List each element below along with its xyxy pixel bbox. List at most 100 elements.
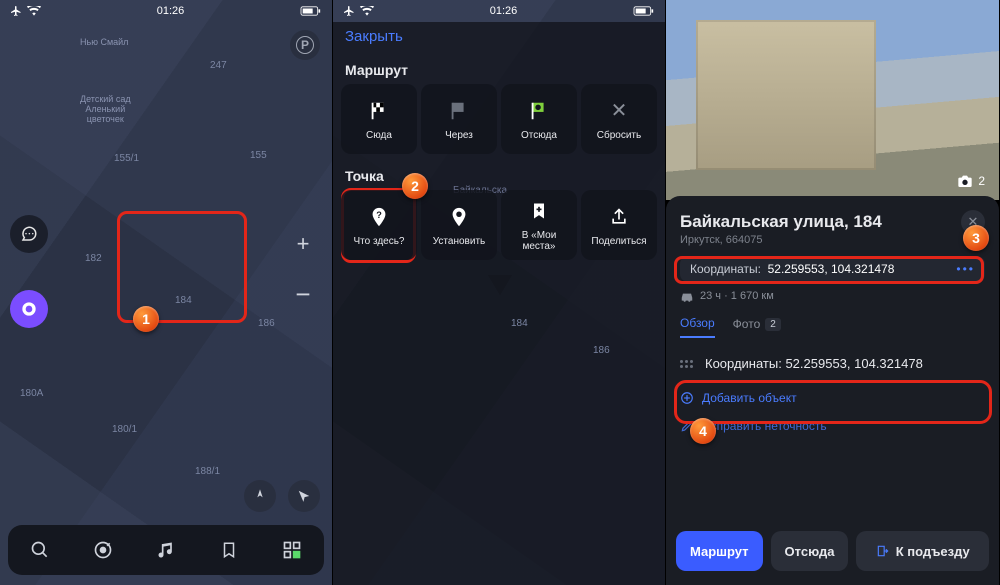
drag-handle-icon: [680, 360, 693, 368]
action-label: Через: [445, 130, 473, 141]
layers-button[interactable]: P: [290, 30, 320, 60]
to-entrance-label: К подъезду: [896, 544, 970, 559]
tutorial-callout: 4: [690, 418, 716, 444]
photo-count-badge[interactable]: 2: [957, 174, 985, 188]
status-time: 01:26: [490, 5, 518, 17]
chat-icon: [20, 225, 38, 243]
compass-icon: [252, 488, 268, 504]
add-to-favorites-button[interactable]: В «Мои места»: [501, 190, 577, 260]
tutorial-callout: 1: [133, 306, 159, 332]
route-to-button[interactable]: Сюда: [341, 84, 417, 154]
entrance-icon: [876, 544, 890, 558]
nav-music[interactable]: [146, 530, 186, 570]
status-time: 01:26: [157, 5, 185, 17]
action-label: Сбросить: [597, 130, 641, 141]
tutorial-highlight-box: [674, 380, 992, 424]
action-label: Установить: [433, 236, 486, 247]
whats-here-button[interactable]: ? Что здесь?: [341, 190, 417, 260]
grid-icon: [282, 540, 302, 560]
search-icon: [30, 540, 50, 560]
tutorial-highlight-box: [117, 211, 247, 323]
flag-via-icon: [446, 98, 472, 124]
action-label: Отсюда: [521, 130, 557, 141]
action-label: Поделиться: [591, 236, 646, 247]
route-via-button[interactable]: Через: [421, 84, 497, 154]
nav-search[interactable]: [20, 530, 60, 570]
status-bar: 01:26: [333, 0, 665, 22]
house-number-label: 188/1: [195, 466, 220, 477]
target-icon: [93, 540, 113, 560]
nav-menu[interactable]: [272, 530, 312, 570]
coordinates-text: Координаты: 52.259553, 104.321478: [705, 356, 923, 371]
bookmark-add-icon: [526, 198, 552, 224]
share-button[interactable]: Поделиться: [581, 190, 657, 260]
route-reset-button[interactable]: ✕ Сбросить: [581, 84, 657, 154]
screenshot-step-2: 01:26 Закрыть Маршрут Сюда Через Отсюда …: [333, 0, 666, 585]
action-label: В «Мои места»: [522, 230, 557, 252]
bottom-nav: [8, 525, 324, 575]
house-number-label: 247: [210, 60, 227, 71]
nav-bookmarks[interactable]: [209, 530, 249, 570]
house-number-label: 180A: [20, 388, 43, 399]
battery-icon: [300, 6, 322, 16]
compass-button[interactable]: [244, 480, 276, 512]
flag-start-icon: [526, 98, 552, 124]
assistant-button[interactable]: [10, 290, 48, 328]
tab-photo-badge: 2: [765, 318, 781, 331]
photo-count: 2: [978, 174, 985, 188]
tab-overview[interactable]: Обзор: [680, 316, 715, 338]
house-number-label: 184: [511, 318, 528, 329]
airplane-mode-icon: [343, 5, 355, 17]
chat-button[interactable]: [10, 215, 48, 253]
action-label: Что здесь?: [353, 236, 404, 247]
to-entrance-button[interactable]: К подъезду: [856, 531, 989, 571]
status-bar: 01:26: [0, 0, 332, 22]
close-icon: ✕: [606, 98, 632, 124]
map-pin-pointer: [488, 275, 512, 295]
route-from-button[interactable]: Отсюда: [501, 84, 577, 154]
battery-icon: [633, 6, 655, 16]
arrow-cursor-icon: [297, 489, 311, 503]
from-here-button[interactable]: Отсюда: [771, 531, 849, 571]
screenshot-step-1: 01:26 Нью Смайл Детский сад Аленький цве…: [0, 0, 333, 585]
svg-text:?: ?: [376, 209, 382, 219]
set-point-button[interactable]: Установить: [421, 190, 497, 260]
parking-layer-icon: P: [296, 36, 314, 54]
house-number-label: 180/1: [112, 424, 137, 435]
map-poi-label: Нью Смайл: [80, 38, 128, 48]
tutorial-callout: 3: [963, 225, 989, 251]
house-number-label: 186: [593, 345, 610, 356]
coordinates-row[interactable]: Координаты: 52.259553, 104.321478: [680, 356, 985, 371]
close-button[interactable]: Закрыть: [345, 28, 403, 45]
music-icon: [156, 540, 176, 560]
tutorial-highlight-box: [674, 256, 984, 284]
house-number-label: 155: [250, 150, 267, 161]
wifi-icon: [27, 6, 41, 16]
bookmark-icon: [220, 540, 238, 560]
pin-set-icon: [446, 204, 472, 230]
point-section-title: Точка: [345, 168, 384, 184]
share-icon: [606, 204, 632, 230]
card-action-bar: Маршрут Отсюда К подъезду: [676, 531, 989, 571]
camera-icon: [957, 174, 973, 188]
map-poi-label: Детский сад Аленький цветочек: [80, 95, 131, 125]
locate-me-button[interactable]: [288, 480, 320, 512]
airplane-mode-icon: [10, 5, 22, 17]
flag-finish-icon: [366, 98, 392, 124]
tab-photo-label: Фото: [733, 317, 761, 331]
place-title: Байкальская улица, 184: [680, 212, 985, 232]
house-number-label: 155/1: [114, 153, 139, 164]
screenshot-step-3: 2 ✕ Байкальская улица, 184 Иркутск, 6640…: [666, 0, 999, 585]
zoom-out-button[interactable]: −: [284, 275, 322, 313]
zoom-in-button[interactable]: +: [284, 225, 322, 263]
travel-text: 23 ч · 1 670 км: [700, 290, 774, 302]
pin-question-icon: ?: [366, 204, 392, 230]
route-button[interactable]: Маршрут: [676, 531, 763, 571]
place-photo[interactable]: 2: [666, 0, 999, 200]
assistant-icon: [21, 301, 37, 317]
tutorial-callout: 2: [402, 173, 428, 199]
nav-overview[interactable]: [83, 530, 123, 570]
place-subtitle: Иркутск, 664075: [680, 234, 985, 246]
wifi-icon: [360, 6, 374, 16]
tab-photo[interactable]: Фото 2: [733, 316, 781, 338]
